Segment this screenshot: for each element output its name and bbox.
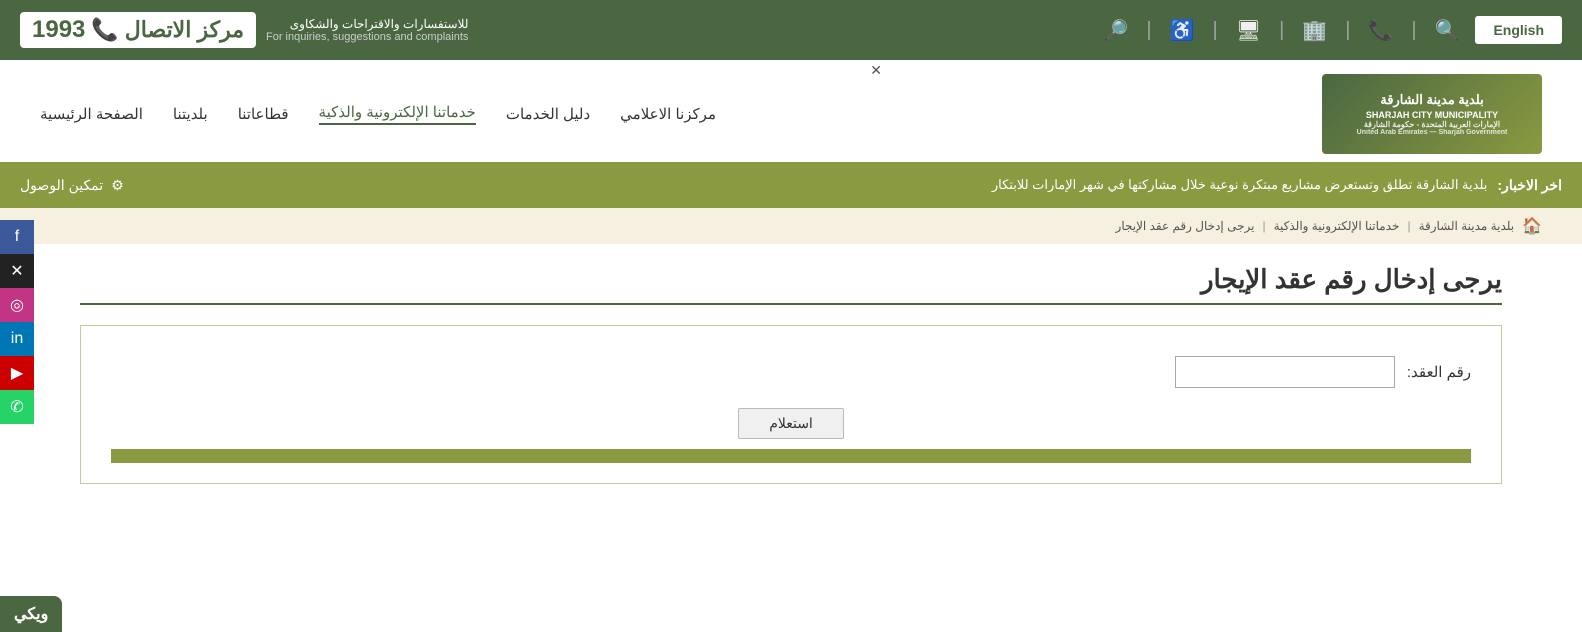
nav-home[interactable]: الصفحة الرئيسية: [40, 105, 143, 123]
logo-sub-arabic: الإمارات العربية المتحدة - حكومة الشارقة: [1357, 120, 1508, 129]
call-center-arabic-label: مركز الاتصال: [125, 17, 244, 43]
breadcrumb: 🏠 بلدية مدينة الشارقة | خدماتنا الإلكترو…: [0, 208, 1582, 244]
logo-english: SHARJAH CITY MUNICIPALITY: [1357, 110, 1508, 120]
breadcrumb-sep1: |: [1407, 219, 1410, 233]
screen-icon[interactable]: 🖥: [1236, 18, 1261, 43]
breadcrumb-home[interactable]: بلدية مدينة الشارقة: [1419, 219, 1515, 233]
main-header: بلدية مدينة الشارقة SHARJAH CITY MUNICIP…: [0, 64, 1582, 154]
close-button[interactable]: ✕: [870, 62, 882, 79]
linkedin-icon[interactable]: in: [0, 322, 34, 356]
home-icon[interactable]: 🏠: [1522, 216, 1542, 236]
breadcrumb-eservices[interactable]: خدماتنا الإلكترونية والذكية: [1274, 219, 1400, 233]
instagram-icon[interactable]: ◎: [0, 288, 34, 322]
nav-eservices[interactable]: خدماتنا الإلكترونية والذكية: [319, 103, 476, 125]
form-btn-row: استعلام: [111, 408, 1471, 439]
social-sidebar: f ✕ ◎ in ▶ ✆: [0, 220, 34, 424]
job-search-icon[interactable]: 🔎: [1104, 18, 1129, 43]
top-bar-left: English 🔍 | 📞 | 🏢 | 🖥 | ♿ | 🔎: [1104, 16, 1563, 44]
phone-icon[interactable]: 📞: [1368, 18, 1393, 43]
search-icon[interactable]: 🔍: [1435, 18, 1460, 43]
logo-area: بلدية مدينة الشارقة SHARJAH CITY MUNICIP…: [1322, 74, 1542, 154]
top-bar-right: للاستفسارات والاقتراحات والشكاوى For inq…: [20, 12, 468, 48]
close-area: ✕: [0, 60, 1582, 64]
inquiry-button[interactable]: استعلام: [738, 408, 844, 439]
call-icon: 📞: [91, 17, 118, 43]
sitemap-icon[interactable]: 🏢: [1302, 18, 1327, 43]
top-bar: English 🔍 | 📞 | 🏢 | 🖥 | ♿ | 🔎 للاستفسارا…: [0, 0, 1582, 60]
separator: |: [1411, 19, 1416, 42]
news-ticker-right: اخر الاخبار: بلدية الشارقة تطلق وتستعرض …: [992, 177, 1562, 194]
breadcrumb-current: يرجى إدخال رقم عقد الإيجار: [1116, 219, 1255, 233]
main-content: يرجى إدخال رقم عقد الإيجار رقم العقد: اس…: [0, 244, 1582, 514]
accessibility-icon[interactable]: ♿: [1170, 18, 1195, 43]
main-nav: مركزنا الاعلامي دليل الخدمات خدماتنا الإ…: [40, 103, 716, 125]
form-box: رقم العقد: استعلام: [80, 325, 1502, 484]
form-footer: [111, 449, 1471, 463]
news-text: بلدية الشارقة تطلق وتستعرض مشاريع مبتكرة…: [992, 177, 1488, 193]
accessibility-label: تمكين الوصول: [20, 177, 103, 194]
logo-sub-english: United Arab Emirates — Sharjah Governmen…: [1357, 129, 1508, 136]
nav-municipality[interactable]: بلديتنا: [173, 105, 208, 123]
page-title: يرجى إدخال رقم عقد الإيجار: [80, 264, 1502, 295]
news-ticker: اخر الاخبار: بلدية الشارقة تطلق وتستعرض …: [0, 162, 1582, 208]
nav-sectors[interactable]: قطاعاتنا: [238, 105, 289, 123]
youtube-icon[interactable]: ▶: [0, 356, 34, 390]
separator5: |: [1146, 19, 1151, 42]
separator2: |: [1345, 19, 1350, 42]
call-number: 1993: [32, 16, 85, 44]
nav-media-center[interactable]: مركزنا الاعلامي: [620, 105, 716, 123]
call-center-arabic: للاستفسارات والاقتراحات والشكاوى: [266, 17, 468, 31]
english-button[interactable]: English: [1475, 16, 1562, 44]
separator3: |: [1279, 19, 1284, 42]
municipality-logo: بلدية مدينة الشارقة SHARJAH CITY MUNICIP…: [1322, 74, 1542, 154]
top-bar-icons: 🔍 | 📞 | 🏢 | 🖥 | ♿ | 🔎: [1104, 18, 1460, 43]
separator4: |: [1213, 19, 1218, 42]
call-center-text: للاستفسارات والاقتراحات والشكاوى For inq…: [266, 17, 468, 43]
contract-label: رقم العقد:: [1407, 363, 1471, 381]
form-row: رقم العقد:: [111, 356, 1471, 388]
breadcrumb-sep2: |: [1262, 219, 1265, 233]
news-label: اخر الاخبار:: [1497, 177, 1562, 194]
facebook-icon[interactable]: f: [0, 220, 34, 254]
contract-number-input[interactable]: [1175, 356, 1395, 388]
call-center-english: For inquiries, suggestions and complaint…: [266, 31, 468, 43]
nav-services-guide[interactable]: دليل الخدمات: [506, 105, 590, 123]
title-divider: [80, 303, 1502, 305]
accessibility-icon-ticker: ⚙: [111, 177, 124, 194]
twitter-icon[interactable]: ✕: [0, 254, 34, 288]
whatsapp-icon[interactable]: ✆: [0, 390, 34, 424]
accessibility-button[interactable]: ⚙ تمكين الوصول: [20, 177, 124, 194]
logo-arabic: بلدية مدينة الشارقة: [1357, 92, 1508, 108]
call-center-number: مركز الاتصال 📞 1993: [20, 12, 256, 48]
call-center-box: للاستفسارات والاقتراحات والشكاوى For inq…: [20, 12, 468, 48]
wiki-badge[interactable]: ويكي: [0, 596, 62, 632]
